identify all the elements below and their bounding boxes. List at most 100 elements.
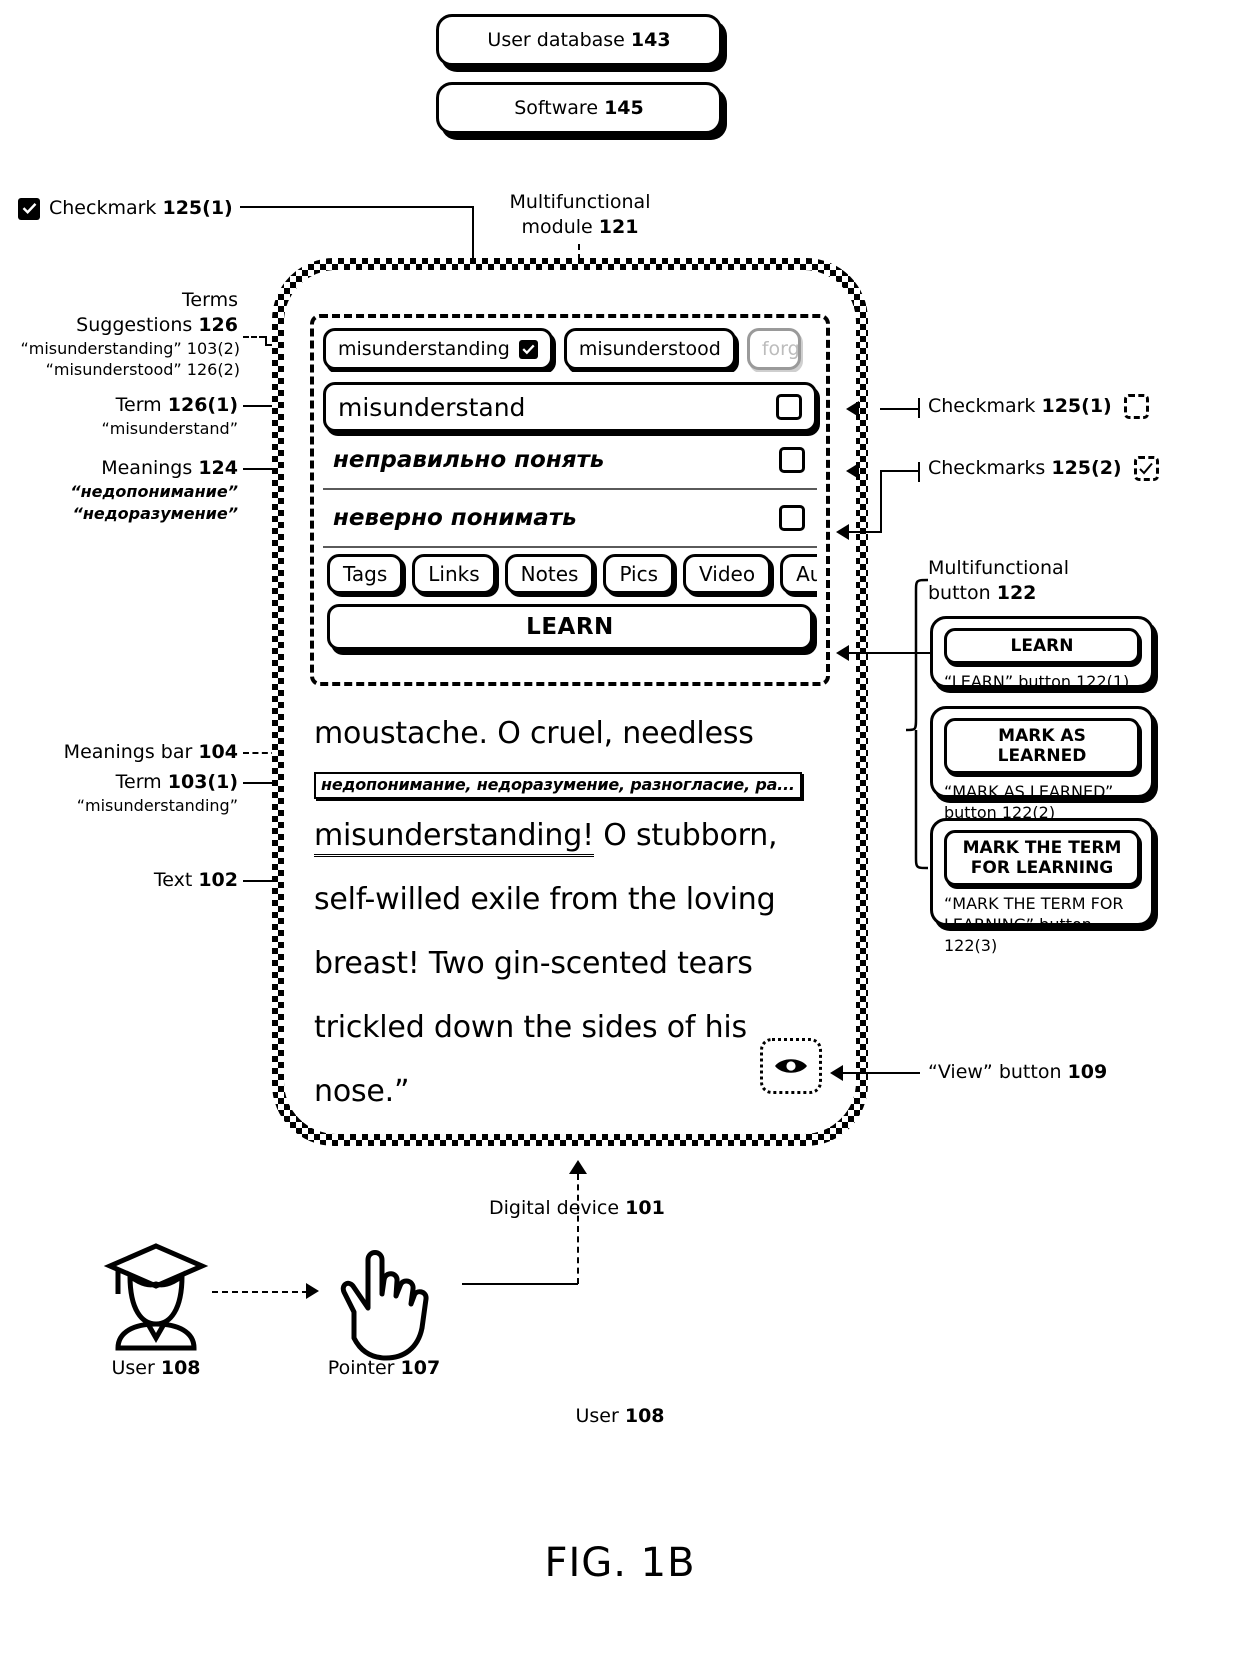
suggestion-label: misunderstanding (338, 338, 510, 360)
callout-mark-as-learned-button: MARK AS LEARNED “MARK AS LEARNED” button … (930, 706, 1154, 822)
meanings-bar[interactable]: недопонимание, недоразумение, разногласи… (314, 772, 802, 799)
annotation-terms-suggestions-sub2: “misunderstood” 126(2) (45, 360, 240, 379)
annotation-checkmarks-125-2: Checkmarks 125(2) (928, 456, 1159, 481)
annotation-multifunctional-button: Multifunctional button 122 (928, 557, 1069, 604)
figure-caption: FIG. 1B (544, 1540, 696, 1586)
highlighted-term[interactable]: misunderstanding! (314, 818, 594, 857)
reader-line-2-rest: O stubborn, (593, 818, 778, 853)
leader-arrow (846, 463, 859, 479)
annotation-terms-suggestions: Terms Suggestions 126 (76, 289, 238, 336)
annotation-term-103-1: Term 103(1) (115, 771, 238, 793)
mark-as-learned-button-sample[interactable]: MARK AS LEARNED (944, 718, 1140, 774)
leader-arrow (306, 1283, 319, 1299)
annotation-term-126-1-sub: “misunderstand” (101, 419, 238, 438)
terms-suggestions-row: misunderstanding misunderstood forget (323, 326, 817, 372)
annotation-term-126-1: Term 126(1) (115, 394, 238, 416)
learn-button[interactable]: LEARN (327, 604, 813, 650)
leader-line (846, 531, 882, 533)
user-icon-group (98, 1236, 214, 1356)
annotation-meanings-124: Meanings 124 (101, 457, 238, 479)
reader-line-3: self-willed exile from the loving (314, 882, 776, 917)
leader-line (846, 652, 930, 654)
view-button[interactable] (760, 1038, 822, 1094)
annotation-label: Checkmarks 125(2) (928, 457, 1122, 479)
user-database-ref: 143 (630, 29, 671, 51)
links-button[interactable]: Links (412, 554, 496, 594)
suggestion-label: misunderstood (578, 338, 721, 360)
user-database-block: User database 143 (436, 14, 722, 66)
audio-button[interactable]: Audio (780, 554, 817, 594)
leader-arrow (830, 1065, 843, 1081)
leader-line (918, 398, 920, 418)
callout-caption: “MARK AS LEARNED” button 122(2) (944, 782, 1114, 822)
annotation-meanings-124-sub2: “недоразумение” (72, 504, 238, 523)
leader-line-dashed (212, 1291, 308, 1293)
annotation-label: Checkmark 125(1) (49, 197, 233, 219)
software-label: Software (514, 97, 599, 119)
attachment-buttons-row: Tags Links Notes Pics Video Audio (323, 548, 817, 600)
checkbox-empty-icon (1123, 394, 1149, 419)
checkbox-checked-icon[interactable] (518, 339, 538, 359)
checkbox-empty-icon[interactable] (779, 505, 805, 531)
pointing-hand-icon (340, 1250, 429, 1361)
notes-button[interactable]: Notes (504, 554, 595, 594)
annotation-user-108: User 108 (111, 1357, 201, 1379)
leader-arrow (846, 401, 859, 417)
leader-line (462, 1283, 578, 1285)
leader-arrow (836, 645, 849, 661)
callout-learn-button: LEARN “LEARN” button 122(1) (930, 616, 1154, 691)
term-label: misunderstand (338, 392, 526, 422)
suggestion-chip-misunderstanding[interactable]: misunderstanding (323, 328, 553, 370)
suggestion-label: forget (761, 338, 800, 360)
device-screen: misunderstanding misunderstood forget mi… (284, 270, 856, 1134)
graduate-user-icon (103, 1243, 209, 1351)
annotation-label: Checkmark 125(1) (928, 395, 1112, 417)
reader-line-2: misunderstanding! O stubborn, (314, 804, 844, 868)
annotation-checkmark-125-1-right: Checkmark 125(1) (928, 394, 1149, 419)
annotation-meanings-bar-104: Meanings bar 104 (63, 741, 238, 763)
suggestion-chip-misunderstood[interactable]: misunderstood (563, 328, 736, 370)
annotation-term-103-1-sub: “misunderstanding” (76, 796, 238, 815)
mark-term-for-learning-button-sample[interactable]: MARK THE TERM FOR LEARNING (944, 830, 1140, 886)
checkbox-empty-icon[interactable] (776, 394, 802, 420)
callout-mark-term-for-learning-button: MARK THE TERM FOR LEARNING “MARK THE TERM… (930, 818, 1154, 955)
leader-line (918, 462, 920, 482)
software-ref: 145 (604, 97, 644, 119)
term-row[interactable]: misunderstand (323, 382, 817, 432)
pics-button[interactable]: Pics (603, 554, 675, 594)
callout-bracket (905, 578, 930, 878)
annotation-terms-suggestions-sub1: “misunderstanding” 103(2) (20, 339, 240, 358)
annotation-pointer-107: Pointer 107 (327, 1357, 441, 1379)
tags-button[interactable]: Tags (327, 554, 404, 594)
leader-line (880, 470, 882, 532)
multifunctional-module: misunderstanding misunderstood forget mi… (310, 314, 830, 686)
user-database-label: User database (487, 29, 625, 51)
leader-line (880, 408, 920, 410)
annotation-multifunctional-module: Multifunctional module 121 (509, 191, 651, 238)
leader-line (240, 206, 474, 208)
leader-arrow (836, 524, 849, 540)
annotation-checkmark-125-1-top: Checkmark 125(1) (18, 196, 233, 221)
leader-line (840, 1072, 920, 1074)
annotation-meanings-124-sub1: “недопонимание” (70, 482, 238, 501)
digital-device: misunderstanding misunderstood forget mi… (272, 258, 868, 1146)
pointer-icon-group (328, 1234, 432, 1366)
meaning-row-1[interactable]: неправильно понять (323, 432, 817, 490)
leader-line-dashed (243, 336, 265, 338)
leader-arrow (569, 1160, 587, 1174)
software-block: Software 145 (436, 82, 722, 134)
reader-line-4: breast! Two gin-scented tears (314, 946, 753, 981)
checkbox-checked-icon (18, 197, 40, 220)
callout-caption: “MARK THE TERM FOR LEARNING” button 122(3… (944, 894, 1124, 955)
checkbox-empty-icon[interactable] (779, 447, 805, 473)
annotation-user-108-bottom: User 108 (575, 1405, 665, 1427)
leader-line-dashed (577, 1174, 579, 1284)
video-button[interactable]: Video (683, 554, 772, 594)
learn-button-sample[interactable]: LEARN (944, 628, 1140, 664)
callout-caption: “LEARN” button 122(1) (944, 672, 1130, 691)
meaning-label: неправильно понять (333, 447, 605, 473)
meaning-row-2[interactable]: неверно понимать (323, 490, 817, 548)
leader-line (880, 470, 920, 472)
suggestion-chip-partial[interactable]: forget (746, 328, 801, 370)
reader-line-1: moustache. O cruel, needless (314, 716, 754, 751)
